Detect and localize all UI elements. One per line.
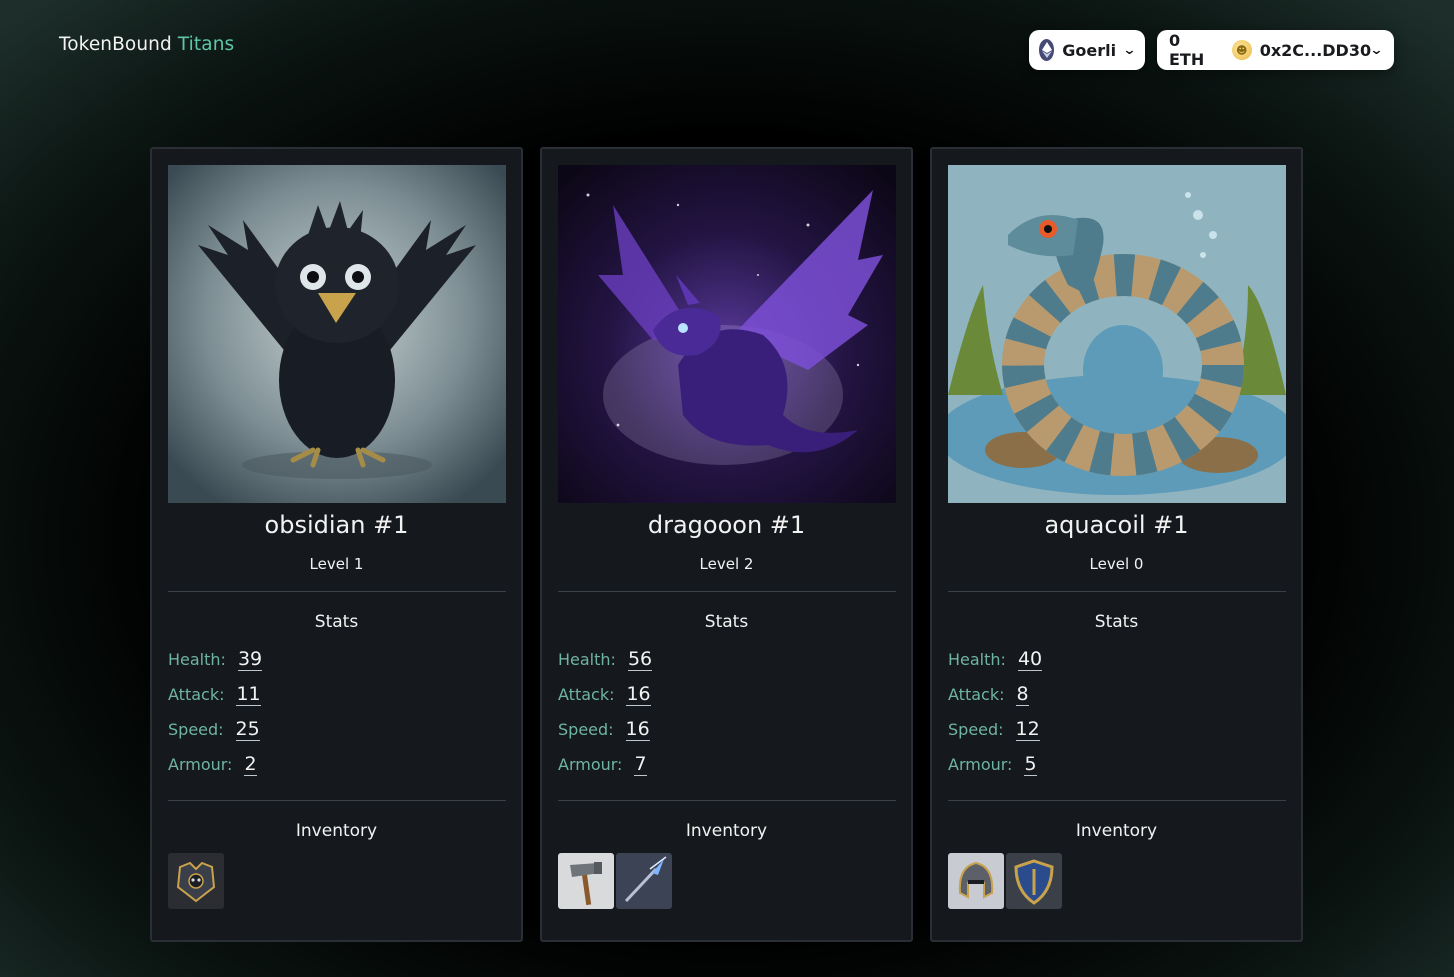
titan-level: Level 0 [1089,555,1144,573]
chevron-down-icon: ⌄ [1122,42,1137,58]
stat-value: 16 [625,718,650,741]
stat-value: 12 [1015,718,1040,741]
inventory-heading: Inventory [1075,821,1158,841]
chest-armour-icon[interactable] [168,853,224,909]
stat-label: Attack: [558,685,615,704]
address-label: 0x2C...DD30 [1259,40,1372,60]
inventory-list [948,853,1062,909]
stats-heading: Stats [314,612,359,632]
stat-attack: Attack: 8 [948,684,1029,706]
stat-speed: Speed: 25 [168,719,260,741]
stat-value: 7 [634,753,647,776]
divider [558,800,896,801]
titan-name: obsidian #1 [264,511,409,539]
spear-icon[interactable] [616,853,672,909]
stat-value: 2 [244,753,257,776]
stat-armour: Armour: 2 [168,754,257,776]
titan-card-aquacoil[interactable]: aquacoil #1 Level 0 Stats Health: 40 Atta… [930,147,1303,942]
stat-label: Speed: [948,720,1004,739]
ethereum-icon [1039,39,1055,61]
titan-card-obsidian[interactable]: obsidian #1 Level 1 Stats Health: 39 Atta… [150,147,523,942]
stats-heading: Stats [704,612,749,632]
stat-value: 8 [1016,683,1029,706]
stat-value: 39 [237,648,263,671]
stat-label: Health: [558,650,616,669]
divider [168,591,506,592]
stat-attack: Attack: 11 [168,684,261,706]
stat-label: Health: [168,650,226,669]
stat-label: Attack: [168,685,225,704]
purple-dragon-image [558,165,896,503]
stat-attack: Attack: 16 [558,684,651,706]
stat-health: Health: 56 [558,648,653,671]
divider [558,591,896,592]
stat-label: Attack: [948,685,1005,704]
stat-label: Speed: [558,720,614,739]
stat-label: Armour: [558,755,623,774]
titan-level: Level 2 [699,555,754,573]
stat-value: 11 [236,683,261,706]
hammer-icon[interactable] [558,853,614,909]
stats-heading: Stats [1094,612,1139,632]
divider [168,800,506,801]
stat-armour: Armour: 7 [558,754,647,776]
stat-label: Armour: [168,755,233,774]
inventory-heading: Inventory [295,821,378,841]
stat-value: 40 [1017,648,1043,671]
account-button[interactable]: 0 ETH ☻ 0x2C...DD30 ⌄ [1157,30,1394,70]
shield-icon[interactable] [1006,853,1062,909]
app-logo[interactable]: TokenBound Titans [59,34,234,55]
network-label: Goerli [1062,40,1117,60]
stat-speed: Speed: 16 [558,719,650,741]
divider [948,591,1286,592]
stat-health: Health: 40 [948,648,1043,671]
chevron-down-icon: ⌄ [1369,42,1384,58]
stat-value: 5 [1024,753,1037,776]
raven-creature-image [168,165,506,503]
titan-card-dragooon[interactable]: dragooon #1 Level 2 Stats Health: 56 Atta… [540,147,913,942]
stat-label: Speed: [168,720,224,739]
stat-label: Health: [948,650,1006,669]
avatar: ☻ [1231,40,1252,60]
titan-name: dragooon #1 [647,511,806,539]
address-box[interactable]: ☻ 0x2C...DD30 [1231,40,1372,60]
inventory-heading: Inventory [685,821,768,841]
divider [948,800,1286,801]
titan-name: aquacoil #1 [1044,511,1189,539]
stat-value: 56 [627,648,653,671]
stat-speed: Speed: 12 [948,719,1040,741]
inventory-list [168,853,224,909]
logo-accent: Titans [177,34,235,55]
stat-armour: Armour: 5 [948,754,1037,776]
stat-value: 25 [235,718,260,741]
helmet-icon[interactable] [948,853,1004,909]
stat-label: Armour: [948,755,1013,774]
titan-level: Level 1 [309,555,364,573]
stat-health: Health: 39 [168,648,263,671]
water-serpent-image [948,165,1286,503]
network-selector-button[interactable]: Goerli ⌄ [1029,30,1145,70]
logo-main: TokenBound [59,34,172,55]
stat-value: 16 [626,683,651,706]
inventory-list [558,853,672,909]
balance-label: 0 ETH [1169,31,1205,69]
